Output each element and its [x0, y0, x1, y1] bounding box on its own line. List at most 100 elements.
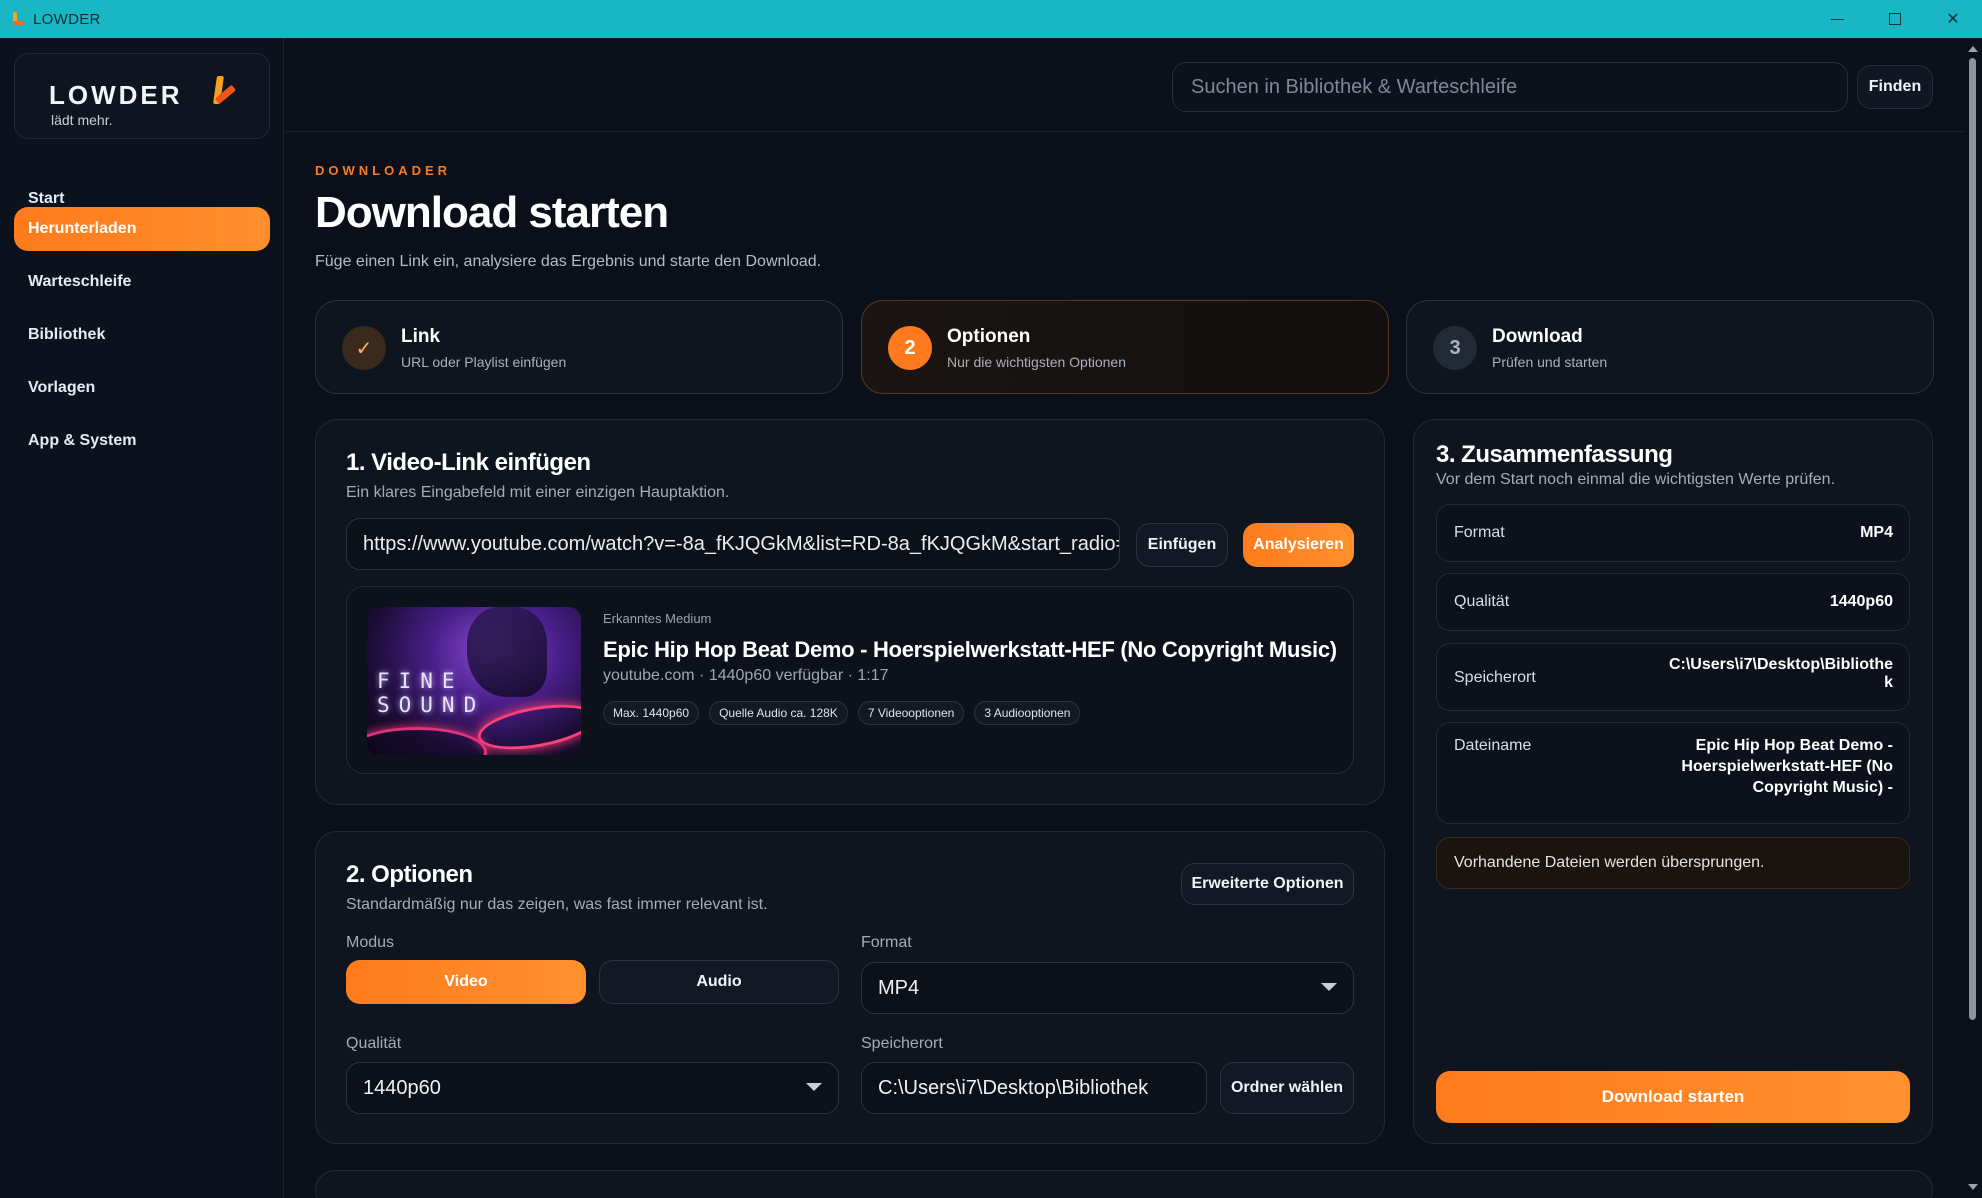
sidebar-item-label: Herunterladen	[28, 220, 137, 237]
step-title: Link	[401, 326, 441, 347]
summary-value-line: C:\Users\i7\Desktop\Bibliothe	[1668, 656, 1893, 673]
step-subtitle: URL oder Playlist einfügen	[401, 354, 567, 370]
sidebar-item-warteschleife[interactable]: Warteschleife	[14, 260, 270, 304]
sidebar-item-label: Vorlagen	[28, 379, 96, 396]
format-value: MP4	[878, 976, 920, 999]
choose-folder-button[interactable]: Ordner wählen	[1220, 1062, 1354, 1114]
summary-value: C:\Users\i7\Desktop\Bibliothe k	[1669, 656, 1893, 692]
top-bar: Finden	[285, 38, 1964, 132]
analyze-button[interactable]: Analysieren	[1243, 523, 1354, 567]
next-panel-edge	[315, 1170, 1933, 1198]
sidebar-item-herunterladen[interactable]: Herunterladen	[14, 207, 270, 251]
brand-mark-icon	[211, 76, 241, 112]
summary-title: 3. Zusammenfassung	[1436, 441, 1673, 468]
sidebar-item-label: Bibliothek	[28, 326, 106, 343]
url-input[interactable]: https://www.youtube.com/watch?v=-8a_fKJQ…	[346, 518, 1120, 570]
sidebar-item-app-system[interactable]: App & System	[14, 419, 270, 463]
video-thumbnail: FINE SOUND	[367, 607, 581, 755]
options-panel-subtitle: Standardmäßig nur das zeigen, was fast i…	[346, 896, 768, 913]
sidebar: LOWDER lädt mehr. Start Herunterladen Wa…	[0, 38, 284, 1198]
summary-label: Format	[1454, 524, 1505, 541]
sidebar-item-bibliothek[interactable]: Bibliothek	[14, 313, 270, 357]
scroll-down-icon[interactable]	[1968, 1184, 1978, 1190]
media-card: FINE SOUND Erkanntes Medium Epic Hip Hop…	[346, 586, 1354, 774]
check-icon: ✓	[342, 326, 386, 370]
step-download[interactable]: 3 Download Prüfen und starten	[1406, 300, 1934, 394]
mode-audio-button[interactable]: Audio	[599, 960, 839, 1004]
sidebar-item-label: Warteschleife	[28, 273, 132, 290]
summary-label: Dateiname	[1454, 737, 1532, 754]
format-select[interactable]: MP4	[861, 962, 1354, 1014]
page-eyebrow: DOWNLOADER	[315, 163, 452, 178]
minimize-button[interactable]	[1808, 0, 1866, 38]
sidebar-item-label: App & System	[28, 432, 137, 449]
step-number: 3	[1433, 326, 1477, 370]
title-bar: LOWDER ✕	[0, 0, 1982, 38]
summary-value: MP4	[1860, 524, 1893, 541]
window-controls: ✕	[1808, 0, 1982, 38]
link-panel-subtitle: Ein klares Eingabefeld mit einer einzige…	[346, 484, 730, 501]
chip-video-options: 7 Videooptionen	[857, 701, 965, 725]
summary-row-quality: Qualität 1440p60	[1436, 573, 1910, 631]
location-value: C:\Users\i7\Desktop\Bibliothek	[878, 1076, 1149, 1099]
location-label: Speicherort	[861, 1035, 943, 1052]
brand-logo[interactable]: LOWDER lädt mehr.	[14, 53, 270, 139]
mode-video-button[interactable]: Video	[346, 960, 586, 1004]
step-number: 2	[888, 326, 932, 370]
chip-audio-options: 3 Audiooptionen	[974, 701, 1081, 725]
summary-value-line: k	[1884, 674, 1893, 691]
page-title: Download starten	[315, 188, 669, 237]
maximize-button[interactable]	[1866, 0, 1924, 38]
scrollbar[interactable]	[1964, 38, 1982, 1198]
link-panel-title: 1. Video-Link einfügen	[346, 449, 591, 476]
window-title: LOWDER	[33, 10, 101, 28]
search-input[interactable]	[1172, 62, 1848, 112]
quality-value: 1440p60	[363, 1076, 441, 1099]
scroll-up-icon[interactable]	[1968, 46, 1978, 52]
brand-name: LOWDER	[49, 80, 183, 110]
skip-existing-notice: Vorhandene Dateien werden übersprungen.	[1436, 837, 1910, 889]
media-meta-label: Erkanntes Medium	[603, 611, 712, 626]
chevron-down-icon	[806, 1083, 822, 1091]
summary-row-filename: Dateiname Epic Hip Hop Beat Demo - Hoers…	[1436, 722, 1910, 824]
find-button[interactable]: Finden	[1857, 65, 1933, 109]
location-input[interactable]: C:\Users\i7\Desktop\Bibliothek	[861, 1062, 1207, 1114]
minimize-icon	[1830, 18, 1844, 20]
app-logo-icon	[11, 12, 25, 26]
step-subtitle: Prüfen und starten	[1492, 354, 1608, 370]
chip-max-resolution: Max. 1440p60	[603, 701, 700, 725]
chip-audio-source: Quelle Audio ca. 128K	[709, 701, 848, 725]
summary-label: Speicherort	[1454, 669, 1536, 686]
quality-select[interactable]: 1440p60	[346, 1062, 839, 1114]
sidebar-item-label: Start	[28, 190, 65, 207]
close-icon: ✕	[1946, 11, 1960, 28]
step-title: Download	[1492, 326, 1583, 347]
advanced-options-button[interactable]: Erweiterte Optionen	[1181, 863, 1354, 905]
step-title: Optionen	[947, 326, 1031, 347]
quality-label: Qualität	[346, 1035, 402, 1052]
mode-label: Modus	[346, 934, 395, 951]
chevron-down-icon	[1321, 983, 1337, 991]
format-label: Format	[861, 934, 912, 951]
summary-value-line: Epic Hip Hop Beat Demo -	[1695, 737, 1893, 754]
brand-tagline: lädt mehr.	[51, 112, 113, 128]
summary-row-format: Format MP4	[1436, 504, 1910, 562]
media-title: Epic Hip Hop Beat Demo - Hoerspielwerkst…	[603, 637, 1337, 662]
step-link[interactable]: ✓ Link URL oder Playlist einfügen	[315, 300, 843, 394]
page-subtitle: Füge einen Link ein, analysiere das Erge…	[315, 253, 822, 270]
media-chips: Max. 1440p60 Quelle Audio ca. 128K 7 Vid…	[603, 701, 1081, 725]
close-button[interactable]: ✕	[1924, 0, 1982, 38]
sidebar-item-vorlagen[interactable]: Vorlagen	[14, 366, 270, 410]
step-optionen[interactable]: 2 Optionen Nur die wichtigsten Optionen	[861, 300, 1389, 394]
summary-value: 1440p60	[1829, 593, 1893, 610]
summary-value: Epic Hip Hop Beat Demo - Hoerspielwerkst…	[1681, 735, 1893, 798]
maximize-icon	[1889, 13, 1901, 25]
thumbnail-text: FINE SOUND	[377, 669, 486, 717]
summary-label: Qualität	[1454, 593, 1510, 610]
summary-row-location: Speicherort C:\Users\i7\Desktop\Biblioth…	[1436, 643, 1910, 711]
scroll-thumb[interactable]	[1969, 58, 1976, 1020]
summary-value-line: Hoerspielwerkstatt-HEF (No	[1681, 758, 1893, 775]
start-download-button[interactable]: Download starten	[1436, 1071, 1910, 1123]
summary-value-line: Copyright Music) -	[1752, 779, 1893, 796]
paste-button[interactable]: Einfügen	[1136, 523, 1228, 567]
